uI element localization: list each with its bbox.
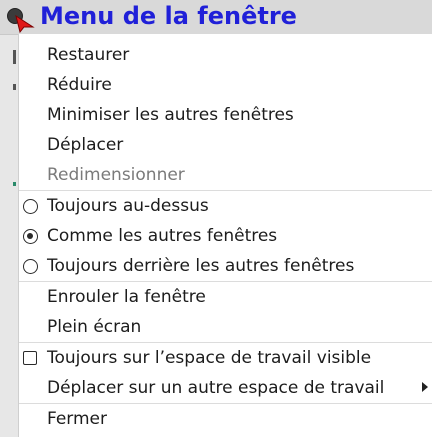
menu-item-minimize[interactable]: Réduire [19, 70, 432, 100]
mouse-pointer-icon [15, 15, 35, 33]
menu-item-label: Plein écran [47, 317, 142, 337]
menu-item-label: Restaurer [47, 45, 130, 65]
window-menu: Restaurer Réduire Minimiser les autres f… [18, 34, 432, 437]
background-glyph [13, 50, 16, 64]
window-menu-title: Menu de la fenêtre [40, 2, 297, 30]
window-titlebar: Menu de la fenêtre [0, 0, 432, 35]
menu-item-minimize-others[interactable]: Minimiser les autres fenêtres [19, 100, 432, 130]
menu-item-always-on-top[interactable]: Toujours au-dessus [19, 191, 432, 221]
menu-item-move[interactable]: Déplacer [19, 130, 432, 160]
background-glyph [13, 84, 16, 90]
menu-item-label: Toujours derrière les autres fenêtres [47, 256, 355, 276]
menu-item-label: Toujours au-dessus [47, 196, 209, 216]
menu-item-move-to-workspace[interactable]: Déplacer sur un autre espace de travail [19, 373, 432, 403]
radio-icon [23, 259, 38, 274]
menu-item-label: Toujours sur l’espace de travail visible [47, 348, 372, 368]
menu-item-label: Minimiser les autres fenêtres [47, 105, 294, 125]
menu-item-always-below[interactable]: Toujours derrière les autres fenêtres [19, 251, 432, 281]
menu-item-restore[interactable]: Restaurer [19, 40, 432, 70]
submenu-arrow-icon [422, 382, 428, 392]
background-glyph [13, 182, 16, 186]
menu-item-label: Fermer [47, 409, 108, 429]
radio-checked-icon [23, 229, 38, 244]
menu-item-shade[interactable]: Enrouler la fenêtre [19, 282, 432, 312]
menu-item-always-visible-workspace[interactable]: Toujours sur l’espace de travail visible [19, 343, 432, 373]
menu-item-label: Enrouler la fenêtre [47, 287, 206, 307]
menu-item-label: Réduire [47, 75, 112, 95]
radio-icon [23, 199, 38, 214]
menu-item-normal-layer[interactable]: Comme les autres fenêtres [19, 221, 432, 251]
menu-item-label: Redimensionner [47, 165, 185, 185]
menu-item-label: Déplacer sur un autre espace de travail [47, 378, 385, 398]
menu-item-resize: Redimensionner [19, 160, 432, 190]
menu-item-fullscreen[interactable]: Plein écran [19, 312, 432, 342]
menu-item-label: Déplacer [47, 135, 124, 155]
menu-item-label: Comme les autres fenêtres [47, 226, 278, 246]
underlying-window-edge [0, 34, 18, 437]
menu-item-close[interactable]: Fermer [19, 404, 432, 434]
checkbox-icon [23, 351, 37, 365]
